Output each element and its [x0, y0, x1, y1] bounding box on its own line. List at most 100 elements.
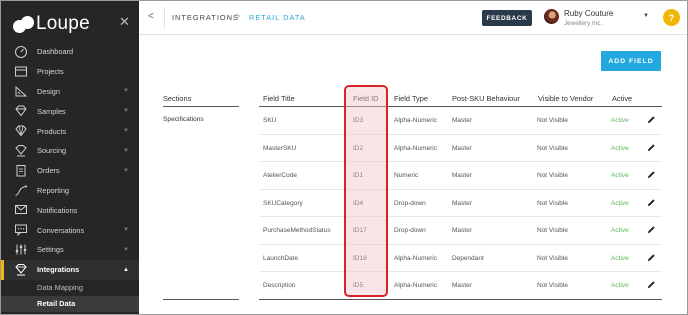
sidebar-nav: Dashboard Projects Design ▼ Samples ▼ Pr… [1, 42, 139, 312]
breadcrumb-retail-data: RETAIL DATA [249, 13, 306, 22]
edit-pencil-icon[interactable] [647, 253, 656, 262]
add-field-button[interactable]: ADD FIELD [601, 51, 661, 71]
sidebar-subitem-label: Retail Data [37, 299, 76, 309]
sidebar-item-design[interactable]: Design ▼ [1, 82, 139, 102]
chevron-down-icon: ▼ [123, 88, 129, 95]
sidebar-item-orders[interactable]: Orders ▼ [1, 161, 139, 181]
sidebar-item-dashboard[interactable]: Dashboard [1, 42, 139, 62]
avatar[interactable] [544, 9, 559, 24]
column-header-visible-to-vendor: Visible to Vendor [538, 94, 594, 103]
active-status: Active [611, 227, 629, 234]
field-title: SKU [263, 117, 277, 124]
dashboard-icon [15, 46, 27, 58]
breadcrumb-integrations[interactable]: INTEGRATIONS [172, 13, 239, 22]
field-type: Alpha-Numeric [394, 117, 437, 124]
chevron-down-icon: ▼ [123, 246, 129, 253]
field-title: PurchaseMethodStatus [263, 227, 331, 234]
field-id-column-highlight [344, 85, 388, 297]
table-row: Description ID5 Alpha-Numeric Master Not… [259, 272, 662, 300]
sidebar-item-conversations[interactable]: Conversations ▼ [1, 220, 139, 240]
column-header-active: Active [612, 94, 633, 103]
app-window: Loupe ✕ Dashboard Projects Design ▼ Samp… [0, 0, 688, 315]
post-sku-behaviour: Master [452, 282, 472, 289]
design-icon [15, 85, 28, 97]
sidebar-item-label: Sourcing [37, 146, 67, 156]
user-name[interactable]: Ruby Couture [564, 9, 613, 18]
edit-pencil-icon[interactable] [647, 115, 656, 124]
close-sidebar-icon[interactable]: ✕ [119, 14, 130, 30]
sidebar-item-settings[interactable]: Settings ▼ [1, 240, 139, 260]
divider [163, 106, 239, 107]
active-status: Active [611, 282, 629, 289]
sidebar-item-label: Projects [37, 67, 64, 77]
user-menu-caret-icon[interactable]: ▼ [643, 13, 649, 19]
sidebar-item-projects[interactable]: Projects [1, 62, 139, 82]
sidebar-item-sourcing[interactable]: Sourcing ▼ [1, 141, 139, 161]
sidebar-item-label: Orders [37, 166, 60, 176]
table-row: SKUCategory ID4 Drop-down Master Not Vis… [259, 190, 662, 217]
divider [164, 7, 165, 29]
sidebar-subitem-label: Data Mapping [37, 283, 84, 293]
divider [259, 299, 662, 300]
field-title: LaunchDate [263, 254, 299, 262]
field-type: Alpha-Numeric [394, 254, 437, 262]
sourcing-icon [15, 144, 27, 157]
sidebar-item-products[interactable]: Products ▼ [1, 121, 139, 141]
samples-icon [15, 105, 27, 117]
reporting-icon [15, 185, 27, 196]
sidebar-item-label: Dashboard [37, 47, 74, 57]
active-status: Active [611, 117, 629, 124]
app-name: Loupe [36, 13, 90, 34]
sidebar-item-label: Samples [37, 106, 66, 116]
field-title: MasterSKU [263, 144, 297, 152]
app-logo[interactable]: Loupe [13, 12, 90, 36]
post-sku-behaviour: Master [452, 227, 472, 234]
help-button[interactable]: ? [663, 9, 680, 26]
chevron-down-icon: ▼ [123, 128, 129, 135]
field-type: Alpha-Numeric [394, 144, 437, 152]
chevron-up-icon: ▲ [123, 266, 129, 273]
visible-to-vendor: Not Visible [537, 144, 568, 152]
visible-to-vendor: Not Visible [537, 227, 568, 234]
field-title: SKUCategory [263, 199, 303, 207]
edit-pencil-icon[interactable] [647, 170, 656, 179]
table-row: SKU ID3 Alpha-Numeric Master Not Visible… [259, 107, 662, 135]
field-type: Drop-down [394, 199, 426, 207]
chevron-down-icon: ▼ [123, 147, 129, 154]
edit-pencil-icon[interactable] [647, 143, 656, 152]
feedback-button[interactable]: FEEDBACK [482, 10, 532, 26]
sidebar-subitem-retail-data[interactable]: Retail Data [1, 295, 139, 312]
field-type: Alpha-Numeric [394, 282, 437, 289]
integrations-icon [15, 263, 27, 276]
back-arrow-icon[interactable]: < [148, 11, 154, 22]
orders-icon [16, 164, 26, 177]
visible-to-vendor: Not Visible [537, 282, 568, 289]
field-type: Drop-down [394, 227, 426, 234]
conversations-icon [15, 224, 27, 237]
notifications-icon [15, 205, 27, 215]
edit-pencil-icon[interactable] [647, 198, 656, 207]
sidebar-item-notifications[interactable]: Notifications [1, 200, 139, 220]
chevron-down-icon: ▼ [123, 167, 129, 174]
sidebar-item-label: Integrations [37, 265, 80, 275]
sidebar-subitem-data-mapping[interactable]: Data Mapping [1, 280, 139, 296]
section-specifications[interactable]: Specifications [163, 116, 204, 123]
edit-pencil-icon[interactable] [647, 225, 656, 234]
post-sku-behaviour: Master [452, 117, 472, 124]
loupe-logo-icon [13, 15, 35, 33]
column-header-field-title: Field Title [263, 94, 295, 103]
sidebar-item-label: Notifications [37, 205, 78, 215]
visible-to-vendor: Not Visible [537, 172, 568, 179]
edit-pencil-icon[interactable] [647, 280, 656, 289]
post-sku-behaviour: Master [452, 144, 472, 152]
sidebar-item-label: Products [37, 126, 67, 136]
sidebar-item-integrations[interactable]: Integrations ▲ [1, 259, 139, 280]
visible-to-vendor: Not Visible [537, 254, 568, 262]
post-sku-behaviour: Dependant [452, 254, 484, 262]
projects-icon [15, 66, 27, 77]
column-header-post-sku-behaviour: Post-SKU Behaviour [452, 94, 520, 103]
table-row: PurchaseMethodStatus ID17 Drop-down Mast… [259, 217, 662, 245]
sidebar-item-samples[interactable]: Samples ▼ [1, 101, 139, 121]
sidebar-item-reporting[interactable]: Reporting [1, 181, 139, 201]
field-title: Description [263, 282, 296, 289]
